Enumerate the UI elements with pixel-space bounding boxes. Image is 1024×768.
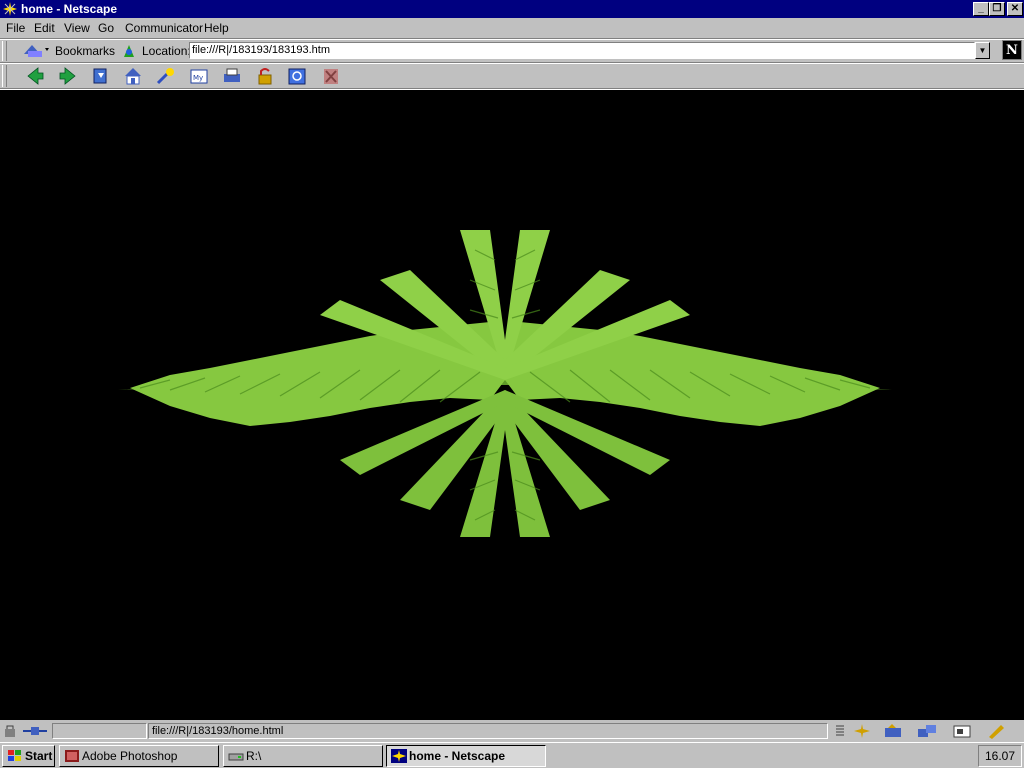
windows-logo-icon — [8, 750, 21, 761]
composer-icon[interactable] — [952, 723, 972, 739]
minimize-button[interactable]: _ — [973, 2, 989, 16]
start-label: Start — [25, 749, 53, 763]
page-proxy-icon[interactable] — [121, 43, 137, 59]
menu-communicator[interactable]: Communicator — [125, 21, 203, 35]
my-netscape-icon[interactable]: My — [188, 66, 210, 86]
photoshop-icon — [65, 750, 79, 762]
progress-bar — [52, 723, 147, 739]
edit-page-icon[interactable] — [986, 723, 1006, 739]
navigator-icon[interactable] — [852, 723, 872, 739]
home-icon[interactable] — [122, 66, 144, 86]
svg-text:My: My — [193, 74, 203, 82]
taskbar-item-drive[interactable]: R:\ — [223, 745, 383, 767]
reload-icon[interactable] — [90, 66, 112, 86]
netscape-app-icon — [2, 1, 18, 17]
menu-bar: File Edit View Go Communicator Help — [0, 18, 1024, 38]
location-toolbar: Bookmarks Location: file:///R|/183193/18… — [0, 39, 1024, 63]
connection-icon — [23, 727, 47, 735]
title-bar: home - Netscape _ ❐ ✕ — [0, 0, 1024, 18]
location-input[interactable]: file:///R|/183193/183193.htm — [189, 42, 975, 59]
taskbar-item-label: R:\ — [246, 749, 262, 763]
close-button[interactable]: ✕ — [1007, 2, 1023, 16]
fern-image — [118, 230, 892, 537]
print-icon[interactable] — [221, 66, 243, 86]
page-content — [0, 90, 1024, 720]
stop-icon[interactable] — [320, 66, 342, 86]
component-bar-grip-icon[interactable] — [834, 724, 846, 738]
menu-edit[interactable]: Edit — [34, 21, 55, 35]
netscape-logo[interactable]: N — [1002, 40, 1022, 60]
taskbar-item-photoshop[interactable]: Adobe Photoshop — [59, 745, 219, 767]
forward-icon[interactable] — [57, 66, 79, 86]
location-dropdown-button[interactable]: ▼ — [975, 42, 990, 59]
fern-lower-fronds — [340, 390, 670, 537]
navigation-toolbar: My — [0, 63, 1024, 89]
shop-icon[interactable] — [286, 66, 308, 86]
taskbar-item-label: home - Netscape — [409, 749, 506, 763]
status-text: file:///R|/183193/home.html — [148, 723, 828, 739]
taskbar-clock[interactable]: 16.07 — [978, 745, 1022, 767]
window-title: home - Netscape — [21, 2, 118, 16]
security-lock-icon[interactable] — [2, 724, 18, 738]
menu-go[interactable]: Go — [98, 21, 114, 35]
menu-help[interactable]: Help — [204, 21, 229, 35]
bookmarks-label[interactable]: Bookmarks — [55, 44, 115, 58]
mailbox-icon[interactable] — [882, 723, 906, 739]
taskbar-item-netscape[interactable]: home - Netscape — [386, 745, 546, 767]
start-button[interactable]: Start — [2, 745, 55, 767]
back-icon[interactable] — [24, 66, 46, 86]
discussion-groups-icon[interactable] — [916, 723, 940, 739]
bookmarks-icon[interactable] — [22, 42, 52, 60]
taskbar-item-label: Adobe Photoshop — [82, 749, 178, 763]
search-icon[interactable] — [155, 66, 177, 86]
drive-icon — [228, 753, 244, 761]
toolbar-grip[interactable] — [2, 41, 7, 61]
location-label: Location: — [142, 44, 191, 58]
security-icon[interactable] — [254, 66, 276, 86]
menu-file[interactable]: File — [6, 21, 25, 35]
taskbar: Start Adobe Photoshop R:\ home - Netscap… — [0, 742, 1024, 768]
netscape-icon — [391, 749, 407, 763]
restore-button[interactable]: ❐ — [989, 2, 1005, 16]
toolbar-grip[interactable] — [2, 65, 7, 87]
menu-view[interactable]: View — [64, 21, 90, 35]
status-bar: file:///R|/183193/home.html — [0, 721, 1024, 741]
